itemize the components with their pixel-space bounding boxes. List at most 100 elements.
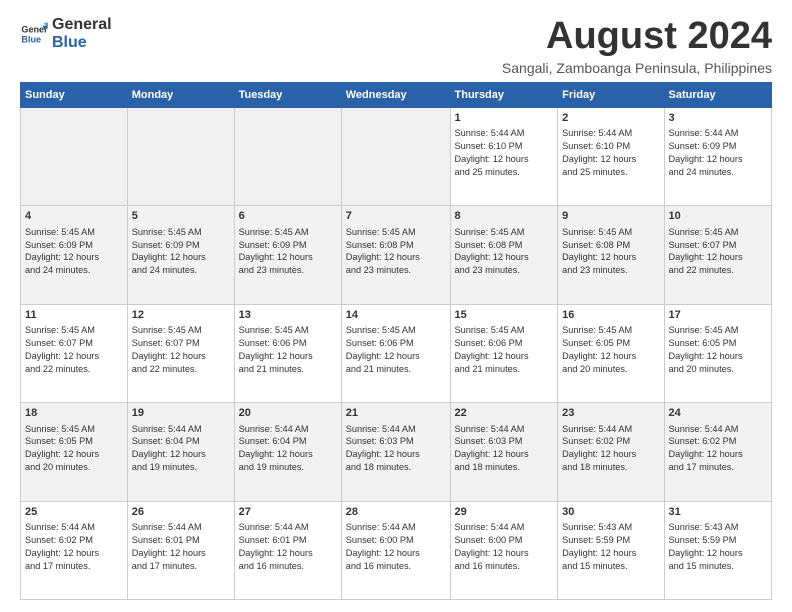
day-info: Sunrise: 5:44 AM (455, 423, 554, 436)
day-info: Daylight: 12 hours (25, 350, 123, 363)
calendar-cell: 22Sunrise: 5:44 AMSunset: 6:03 PMDayligh… (450, 403, 558, 501)
day-info: Sunrise: 5:45 AM (669, 324, 768, 337)
day-number: 9 (562, 209, 659, 224)
day-info: and 16 minutes. (239, 560, 337, 573)
svg-text:Blue: Blue (21, 34, 41, 44)
day-info: Sunset: 6:05 PM (25, 435, 123, 448)
day-info: Sunset: 6:02 PM (25, 534, 123, 547)
day-info: Daylight: 12 hours (669, 350, 768, 363)
day-info: Daylight: 12 hours (239, 547, 337, 560)
day-info: Sunset: 6:04 PM (239, 435, 337, 448)
calendar-cell: 24Sunrise: 5:44 AMSunset: 6:02 PMDayligh… (664, 403, 772, 501)
calendar-header-friday: Friday (558, 82, 664, 107)
day-info: Sunset: 6:09 PM (669, 140, 768, 153)
day-info: Daylight: 12 hours (25, 448, 123, 461)
day-info: Sunrise: 5:45 AM (346, 226, 446, 239)
day-info: Sunrise: 5:44 AM (455, 521, 554, 534)
page: General Blue General Blue August 2024 Sa… (0, 0, 792, 612)
day-info: Sunset: 6:07 PM (25, 337, 123, 350)
day-info: and 15 minutes. (669, 560, 768, 573)
day-info: Sunrise: 5:44 AM (562, 423, 659, 436)
calendar-cell: 16Sunrise: 5:45 AMSunset: 6:05 PMDayligh… (558, 304, 664, 402)
day-info: Daylight: 12 hours (346, 251, 446, 264)
day-info: Daylight: 12 hours (132, 448, 230, 461)
day-info: Sunset: 6:08 PM (346, 239, 446, 252)
calendar-cell (341, 107, 450, 205)
calendar-cell: 18 Sunrise: 5:45 AMSunset: 6:05 PMDayligh… (21, 403, 128, 501)
calendar-cell: 25Sunrise: 5:44 AMSunset: 6:02 PMDayligh… (21, 501, 128, 599)
day-number: 7 (346, 209, 446, 224)
day-info: Sunrise: 5:45 AM (25, 423, 123, 436)
day-info: Sunset: 6:06 PM (239, 337, 337, 350)
day-number: 23 (562, 406, 659, 421)
day-info: and 24 minutes. (669, 166, 768, 179)
day-info: Sunrise: 5:43 AM (562, 521, 659, 534)
day-info: Sunset: 6:05 PM (562, 337, 659, 350)
day-number: 28 (346, 505, 446, 520)
calendar-cell: 26Sunrise: 5:44 AMSunset: 6:01 PMDayligh… (127, 501, 234, 599)
calendar-cell: 9Sunrise: 5:45 AMSunset: 6:08 PMDaylight… (558, 206, 664, 304)
day-number: 1 (455, 111, 554, 126)
day-info: Daylight: 12 hours (455, 350, 554, 363)
day-info: and 18 minutes. (562, 461, 659, 474)
day-info: Sunset: 6:08 PM (455, 239, 554, 252)
day-info: Sunset: 6:02 PM (669, 435, 768, 448)
day-info: Daylight: 12 hours (346, 448, 446, 461)
day-info: Sunrise: 5:44 AM (669, 127, 768, 140)
day-info: and 17 minutes. (669, 461, 768, 474)
logo-icon: General Blue (20, 20, 48, 48)
calendar-cell: 17Sunrise: 5:45 AMSunset: 6:05 PMDayligh… (664, 304, 772, 402)
calendar-cell: 29Sunrise: 5:44 AMSunset: 6:00 PMDayligh… (450, 501, 558, 599)
day-info: Daylight: 12 hours (239, 251, 337, 264)
day-info: Daylight: 12 hours (346, 350, 446, 363)
calendar-cell (234, 107, 341, 205)
day-info: Daylight: 12 hours (132, 547, 230, 560)
day-info: Sunrise: 5:44 AM (25, 521, 123, 534)
day-info: Daylight: 12 hours (669, 448, 768, 461)
day-info: and 19 minutes. (239, 461, 337, 474)
calendar-header-saturday: Saturday (664, 82, 772, 107)
day-info: and 23 minutes. (562, 264, 659, 277)
day-info: Sunrise: 5:44 AM (346, 423, 446, 436)
day-info: Sunset: 6:00 PM (346, 534, 446, 547)
calendar-cell: 28Sunrise: 5:44 AMSunset: 6:00 PMDayligh… (341, 501, 450, 599)
day-number: 29 (455, 505, 554, 520)
day-info: Sunrise: 5:45 AM (455, 226, 554, 239)
day-info: Daylight: 12 hours (132, 251, 230, 264)
day-info: Sunrise: 5:45 AM (132, 324, 230, 337)
day-number: 18 (25, 406, 123, 421)
calendar-week-row: 4Sunrise: 5:45 AMSunset: 6:09 PMDaylight… (21, 206, 772, 304)
day-info: Daylight: 12 hours (562, 153, 659, 166)
day-info: Daylight: 12 hours (25, 547, 123, 560)
day-info: Daylight: 12 hours (562, 547, 659, 560)
day-number: 3 (669, 111, 768, 126)
day-info: and 25 minutes. (455, 166, 554, 179)
day-info: and 23 minutes. (239, 264, 337, 277)
calendar-header-sunday: Sunday (21, 82, 128, 107)
calendar-cell: 14Sunrise: 5:45 AMSunset: 6:06 PMDayligh… (341, 304, 450, 402)
day-info: Sunset: 6:08 PM (562, 239, 659, 252)
calendar-cell: 21Sunrise: 5:44 AMSunset: 6:03 PMDayligh… (341, 403, 450, 501)
day-info: and 16 minutes. (455, 560, 554, 573)
day-info: Sunrise: 5:45 AM (562, 226, 659, 239)
day-info: Sunrise: 5:44 AM (239, 423, 337, 436)
day-info: Daylight: 12 hours (455, 448, 554, 461)
day-info: and 17 minutes. (132, 560, 230, 573)
calendar-cell: 1Sunrise: 5:44 AMSunset: 6:10 PMDaylight… (450, 107, 558, 205)
logo-text-general: General (52, 16, 112, 34)
day-info: and 20 minutes. (562, 363, 659, 376)
calendar-cell: 12Sunrise: 5:45 AMSunset: 6:07 PMDayligh… (127, 304, 234, 402)
day-info: Daylight: 12 hours (669, 251, 768, 264)
day-number: 26 (132, 505, 230, 520)
day-info: Sunset: 6:05 PM (669, 337, 768, 350)
day-info: Daylight: 12 hours (669, 153, 768, 166)
day-info: Sunrise: 5:45 AM (239, 226, 337, 239)
calendar-header-row: SundayMondayTuesdayWednesdayThursdayFrid… (21, 82, 772, 107)
day-info: Sunset: 6:01 PM (239, 534, 337, 547)
day-number: 24 (669, 406, 768, 421)
day-number: 8 (455, 209, 554, 224)
day-info: and 24 minutes. (25, 264, 123, 277)
calendar-cell: 8Sunrise: 5:45 AMSunset: 6:08 PMDaylight… (450, 206, 558, 304)
day-info: Sunrise: 5:43 AM (669, 521, 768, 534)
day-info: Daylight: 12 hours (25, 251, 123, 264)
